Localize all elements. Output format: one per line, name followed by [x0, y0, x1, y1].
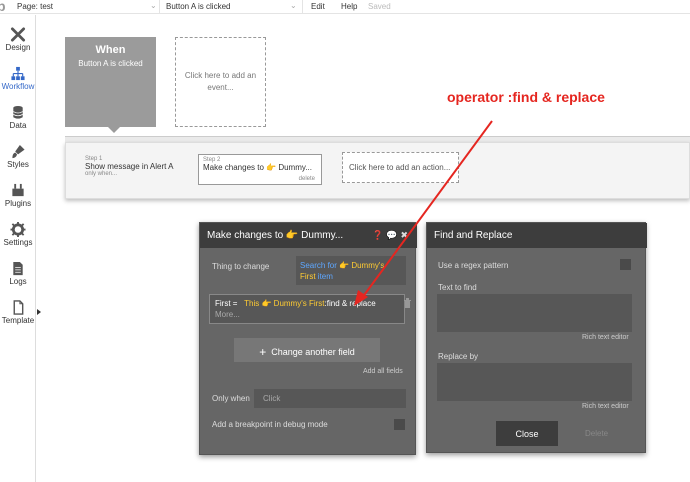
top-bar: b Page: test ⌄ Button A is clicked ⌄ Edi… [0, 0, 690, 14]
saved-status: Saved [368, 2, 391, 11]
comment-icon[interactable]: 💬 [386, 230, 400, 240]
text-to-find-label: Text to find [438, 283, 477, 292]
sidebar-item-label: Plugins [4, 199, 32, 208]
sidebar-item-label: Styles [7, 160, 29, 169]
sidebar-item-workflow[interactable]: Workflow [0, 61, 36, 99]
field-name: First [215, 299, 231, 308]
data-icon [13, 105, 23, 119]
field-equals: = [232, 299, 238, 308]
sidebar-item-template[interactable]: Template [0, 295, 36, 333]
step-1[interactable]: Step 1 Show message in Alert A only when… [85, 156, 174, 177]
sidebar-item-label: Template [1, 316, 35, 325]
sidebar-collapse-arrow-icon[interactable] [37, 309, 41, 315]
close-icon[interactable]: ✖ [400, 230, 411, 240]
sidebar-item-label: Settings [3, 238, 33, 247]
step-2-content: Step 2 Make changes to 👉 Dummy... [203, 157, 317, 172]
template-icon [13, 300, 24, 315]
design-icon [10, 27, 26, 42]
only-when-label: Only when [212, 394, 250, 403]
panel-title: Make changes to 👉 Dummy... [207, 230, 344, 241]
add-action-button[interactable]: Click here to add an action... [342, 152, 459, 183]
sidebar-item-styles[interactable]: Styles [0, 139, 36, 177]
sidebar-item-logs[interactable]: Logs [0, 256, 36, 294]
close-button[interactable]: Close [496, 421, 558, 446]
settings-icon [10, 222, 26, 237]
expression-this: This [244, 299, 262, 308]
event-name: Button A is clicked [78, 59, 143, 68]
menu-edit[interactable]: Edit [311, 2, 325, 11]
sidebar-item-plugins[interactable]: Plugins [0, 178, 36, 216]
sidebar-item-label: Design [5, 43, 31, 52]
panel-title: Find and Replace [427, 223, 647, 248]
sidebar-item-label: Data [9, 121, 27, 130]
plugins-icon [12, 183, 24, 197]
step-name: Make changes to 👉 Dummy... [203, 163, 312, 172]
thing-value-suffix: item [315, 272, 333, 281]
delete-button[interactable]: Delete [585, 429, 608, 438]
workflow-icon [11, 66, 25, 81]
bubble-editor-screen: b Page: test ⌄ Button A is clicked ⌄ Edi… [0, 0, 690, 482]
more-link[interactable]: More... [215, 310, 399, 319]
thing-to-change-label: Thing to change [212, 262, 270, 271]
only-when-input[interactable]: Click [254, 389, 406, 408]
event-selector[interactable]: Button A is clicked [166, 2, 230, 11]
left-sidebar: Design Workflow Data Styles Plugins Sett… [0, 15, 36, 482]
rich-text-editor-link[interactable]: Rich text editor [582, 403, 629, 410]
sidebar-item-settings[interactable]: Settings [0, 217, 36, 255]
styles-icon [12, 144, 25, 159]
replace-by-label: Replace by [438, 352, 479, 361]
menu-help[interactable]: Help [341, 2, 357, 11]
event-when-label: When [95, 44, 126, 56]
bubble-logo: b [0, 0, 6, 14]
thing-to-change-field[interactable]: Search for 👉 Dummy's First item [296, 256, 406, 285]
help-icon[interactable]: ❓ [372, 230, 386, 240]
sidebar-item-label: Workflow [1, 82, 35, 91]
panel-header: Make changes to 👉 Dummy... ❓💬✖ [200, 223, 417, 248]
event-card[interactable]: When Button A is clicked [65, 37, 156, 127]
sidebar-item-data[interactable]: Data [0, 100, 36, 138]
regex-label: Use a regex pattern [438, 261, 509, 270]
step-name: Show message in Alert A [85, 162, 174, 171]
chevron-down-icon[interactable]: ⌄ [290, 1, 297, 10]
change-another-field-button[interactable]: + Change another field [234, 338, 380, 362]
button-label: Change another field [271, 347, 355, 357]
field-expression[interactable]: First = This 👉 Dummy's First:find & repl… [215, 299, 399, 308]
logs-icon [13, 261, 23, 276]
divider [302, 0, 303, 14]
expression-object: 👉 Dummy's First [261, 299, 325, 308]
panel-header-icons: ❓💬✖ [372, 230, 411, 241]
breakpoint-label: Add a breakpoint in debug mode [212, 420, 328, 429]
plus-icon: + [259, 345, 267, 359]
step-delete-link[interactable]: delete [299, 176, 315, 182]
event-pointer [108, 127, 120, 133]
rich-text-editor-link[interactable]: Rich text editor [582, 334, 629, 341]
chevron-down-icon[interactable]: ⌄ [150, 1, 157, 10]
breakpoint-checkbox[interactable] [394, 419, 405, 430]
expression-operator: :find & replace [324, 299, 376, 308]
thing-value-prefix: Search for [300, 261, 340, 270]
step-2[interactable]: Step 2 Make changes to 👉 Dummy... delete [198, 154, 322, 185]
replace-by-input[interactable] [437, 363, 632, 401]
regex-checkbox[interactable] [620, 259, 631, 270]
sidebar-item-design[interactable]: Design [0, 22, 36, 60]
step-only-when[interactable]: only when... [85, 171, 174, 177]
add-event-button[interactable]: Click here to add an event... [175, 37, 266, 127]
page-selector[interactable]: Page: test [17, 2, 53, 11]
text-to-find-input[interactable] [437, 294, 632, 332]
add-all-fields-link[interactable]: Add all fields [363, 368, 403, 375]
trash-icon[interactable] [403, 298, 412, 308]
field-assignment[interactable]: First = This 👉 Dummy's First:find & repl… [209, 294, 405, 324]
sidebar-item-label: Logs [9, 277, 27, 286]
annotation-label: operator :find & replace [447, 89, 605, 105]
divider [159, 0, 160, 14]
